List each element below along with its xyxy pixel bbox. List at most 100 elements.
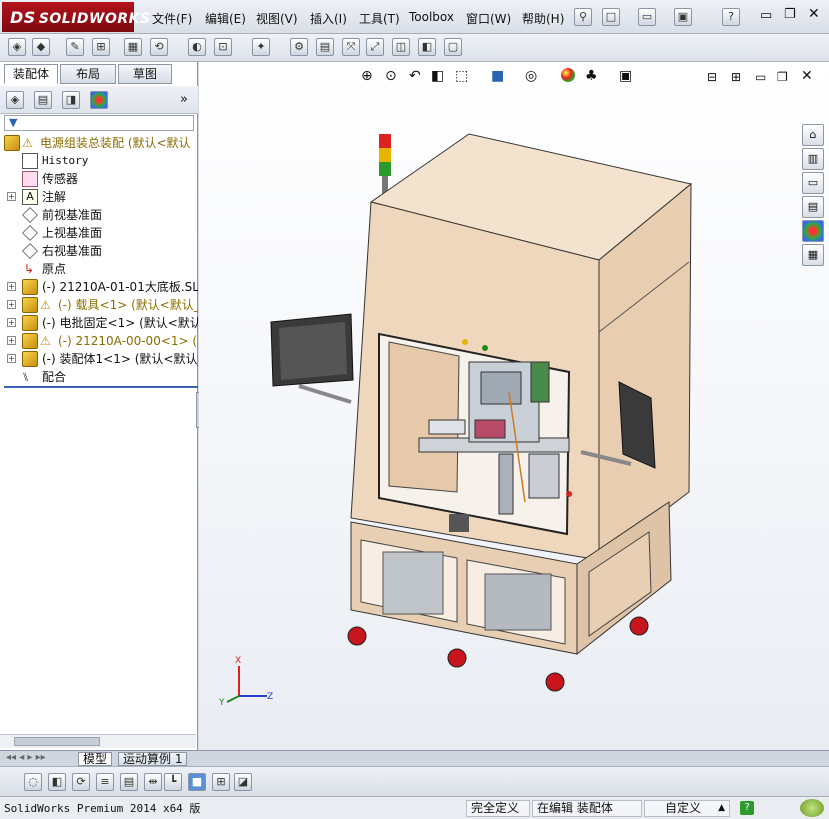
tree-component[interactable]: + (-) 装配体1<1> (默认<默认_ xyxy=(0,350,198,368)
save-icon[interactable]: ▣ xyxy=(674,8,692,26)
property-manager-icon[interactable]: ▤ xyxy=(34,91,52,109)
assembly-features-icon[interactable]: ⊡ xyxy=(214,38,232,56)
horizontal-scrollbar[interactable] xyxy=(0,734,196,748)
signal-light-green xyxy=(379,162,391,176)
interference-detection-icon[interactable]: ◫ xyxy=(392,38,410,56)
assembly-model[interactable] xyxy=(199,62,829,750)
menu-view[interactable]: 视图(V) xyxy=(256,10,298,27)
expand-icon[interactable]: + xyxy=(7,318,16,327)
design-library-icon[interactable]: ▥ xyxy=(802,148,824,170)
expand-icon[interactable]: + xyxy=(7,300,16,309)
pin-icon[interactable]: ⚲ xyxy=(574,8,592,26)
graphics-viewport[interactable]: ⊕ ⊙ ↶ ◧ ⬚ ■ ◎ ♣ ▣ ⊟ ⊞ ▭ ❐ ✕ X Y Z xyxy=(199,62,829,750)
explode-line-icon[interactable]: ⤢ xyxy=(366,38,384,56)
file-explorer-icon[interactable]: ▭ xyxy=(802,172,824,194)
expand-icon[interactable]: + xyxy=(7,336,16,345)
open-folder-icon[interactable]: ▭ xyxy=(638,8,656,26)
new-motion-study-icon[interactable]: ⚙ xyxy=(290,38,308,56)
smart-dimension-icon[interactable]: ⇹ xyxy=(144,773,162,791)
move-component-icon[interactable]: ⟲ xyxy=(150,38,168,56)
tree-top-plane[interactable]: 上视基准面 xyxy=(0,224,198,242)
indicator-green xyxy=(482,345,488,351)
quick-tips-icon[interactable]: ? xyxy=(740,801,754,815)
tree-component[interactable]: + (-) 电批固定<1> (默认<默认 xyxy=(0,314,198,332)
mate-icon[interactable]: ⊞ xyxy=(92,38,110,56)
plane-icon xyxy=(22,207,38,223)
view-palette-icon[interactable]: ▤ xyxy=(802,196,824,218)
menu-window[interactable]: 窗口(W) xyxy=(466,10,511,27)
rebuild-status-icon[interactable] xyxy=(800,799,824,817)
tree-history[interactable]: History xyxy=(0,152,198,170)
tab-model[interactable]: 模型 xyxy=(78,752,113,766)
restore-window-icon[interactable]: ❐ xyxy=(784,7,796,22)
exploded-view-icon[interactable]: ⤧ xyxy=(342,38,360,56)
expand-icon[interactable]: + xyxy=(7,192,16,201)
command-toolbar: ◈ ◆ ✎ ⊞ ▦ ⟲ ◐ ⊡ ✦ ⚙ ▤ ⤧ ⤢ ◫ ◧ ▢ xyxy=(0,34,829,62)
tree-sensors[interactable]: 传感器 xyxy=(0,170,198,188)
custom-properties-icon[interactable]: ▦ xyxy=(802,244,824,266)
minimize-window-icon[interactable]: ▭ xyxy=(760,8,772,23)
bottom-toolbar: ◌ ◧ ⟳ ≡ ▤ ⇹ ┗ ■ ⊞ ◪ xyxy=(0,766,829,796)
configuration-manager-icon[interactable]: ◨ xyxy=(62,91,80,109)
clearance-icon[interactable]: ◧ xyxy=(418,38,436,56)
fixture-pink xyxy=(474,419,506,439)
table-icon[interactable]: ▤ xyxy=(120,773,138,791)
scrollbar-thumb[interactable] xyxy=(14,737,100,746)
expand-icon[interactable]: + xyxy=(7,282,16,291)
units-dropdown[interactable]: 自定义 ▲ xyxy=(644,800,730,817)
new-part-icon[interactable]: ◆ xyxy=(32,38,50,56)
plane-icon xyxy=(22,243,38,259)
tab-nav-arrows-icon[interactable]: ◂◂ ◂ ▸ ▸▸ xyxy=(6,752,46,763)
lines-icon[interactable]: ≡ xyxy=(96,773,114,791)
bill-of-materials-icon[interactable]: ▤ xyxy=(316,38,334,56)
menu-tools[interactable]: 工具(T) xyxy=(359,10,400,27)
rotate-icon[interactable]: ⟳ xyxy=(72,773,90,791)
tree-origin[interactable]: ↳ 原点 xyxy=(0,260,198,278)
history-label: History xyxy=(42,154,89,167)
instant3d-icon[interactable]: ▢ xyxy=(444,38,462,56)
menu-toolbox[interactable]: Toolbox xyxy=(409,10,454,24)
menu-help[interactable]: 帮助(H) xyxy=(522,10,564,27)
menubar: DS SOLIDWORKS 文件(F) 编辑(E) 视图(V) 插入(I) 工具(… xyxy=(0,0,829,34)
sketch-icon[interactable]: ◌ xyxy=(24,773,42,791)
paperclip-icon[interactable]: ✎ xyxy=(66,38,84,56)
tab-motion-study[interactable]: 运动算例 1 xyxy=(118,752,188,766)
motor-green xyxy=(530,361,550,403)
menu-file[interactable]: 文件(F) xyxy=(152,10,192,27)
grid-view-icon[interactable]: ⊞ xyxy=(212,773,230,791)
close-window-icon[interactable]: ✕ xyxy=(808,6,820,22)
insert-component-icon[interactable]: ◈ xyxy=(8,38,26,56)
chart-icon[interactable]: ┗ xyxy=(164,773,182,791)
logo-prefix: DS xyxy=(10,8,36,27)
reference-geometry-icon[interactable]: ✦ xyxy=(252,38,270,56)
tab-assembly[interactable]: 装配体 xyxy=(4,64,58,84)
expand-icon[interactable]: + xyxy=(7,354,16,363)
left-monitor-screen xyxy=(279,322,347,380)
export-icon[interactable]: ◪ xyxy=(234,773,252,791)
menu-insert[interactable]: 插入(I) xyxy=(310,10,347,27)
tree-component[interactable]: + (-) 21210A-01-01大底板.SLD xyxy=(0,278,198,296)
tree-component[interactable]: + ⚠ (-) 21210A-00-00<1> (默 xyxy=(0,332,198,350)
tab-layout[interactable]: 布局 xyxy=(60,64,116,84)
new-document-icon[interactable]: □ xyxy=(602,8,620,26)
component-pattern-icon[interactable]: ▦ xyxy=(124,38,142,56)
tree-front-plane[interactable]: 前视基准面 xyxy=(0,206,198,224)
expand-chevron-icon[interactable]: » xyxy=(180,92,188,107)
rollback-bar[interactable] xyxy=(4,386,198,388)
tree-component[interactable]: + ⚠ (-) 载具<1> (默认<默认_ xyxy=(0,296,198,314)
appearances-icon[interactable] xyxy=(802,220,824,242)
feature-manager-icon[interactable]: ◈ xyxy=(6,91,24,109)
show-hidden-icon[interactable]: ◐ xyxy=(188,38,206,56)
tab-sketch[interactable]: 草图 xyxy=(118,64,172,84)
display-manager-icon[interactable] xyxy=(90,91,108,109)
home-icon[interactable]: ⌂ xyxy=(802,124,824,146)
menu-edit[interactable]: 编辑(E) xyxy=(205,10,246,27)
help-icon[interactable]: ? xyxy=(722,8,740,26)
tree-mates[interactable]: ⑊ 配合 xyxy=(0,368,198,386)
shaded-view-icon[interactable]: ■ xyxy=(188,773,206,791)
tree-filter-input[interactable]: ▼ xyxy=(4,115,194,131)
tree-right-plane[interactable]: 右视基准面 xyxy=(0,242,198,260)
tree-root[interactable]: ⚠ 电源组装总装配 (默认<默认 xyxy=(0,134,198,152)
component-icon[interactable]: ◧ xyxy=(48,773,66,791)
tree-annotations[interactable]: + A 注解 xyxy=(0,188,198,206)
